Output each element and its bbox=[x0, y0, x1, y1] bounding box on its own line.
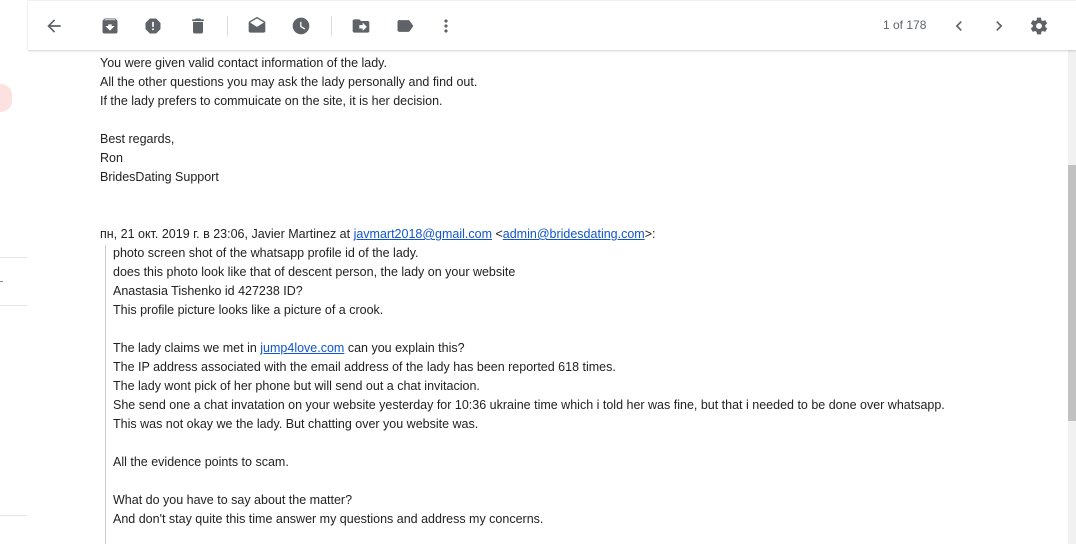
chevron-left-icon[interactable] bbox=[948, 15, 970, 37]
nav-tick bbox=[0, 281, 3, 282]
nav-selected-indicator bbox=[0, 84, 12, 112]
toolbar-separator bbox=[331, 16, 332, 36]
reply-line: If the lady prefers to commuicate on the… bbox=[100, 94, 443, 108]
quoted-line: She send one a chat invatation on your w… bbox=[113, 398, 945, 412]
quoted-line: does this photo look like that of descen… bbox=[113, 265, 516, 279]
left-nav-edge bbox=[0, 0, 28, 544]
signature-org: BridesDating Support bbox=[100, 170, 219, 184]
chevron-right-icon[interactable] bbox=[988, 15, 1010, 37]
delete-icon[interactable] bbox=[187, 15, 209, 37]
pagination-count: 1 of 178 bbox=[883, 18, 927, 32]
quoted-line: All the evidence points to scam. bbox=[113, 455, 289, 469]
quote-header-suffix: >: bbox=[644, 227, 656, 241]
quote-header: пн, 21 окт. 2019 г. в 23:06, Javier Mart… bbox=[100, 225, 656, 244]
nav-divider bbox=[0, 305, 27, 306]
quoted-line: Anastasia Tishenko id 427238 ID? bbox=[113, 284, 303, 298]
quote-bar bbox=[105, 245, 106, 544]
quote-header-prefix: пн, 21 окт. 2019 г. в 23:06, Javier Mart… bbox=[100, 227, 354, 241]
clipped-text-line bbox=[100, 50, 103, 52]
sender-email-link[interactable]: javmart2018@gmail.com bbox=[354, 227, 492, 241]
signoff-line: Best regards, bbox=[100, 132, 175, 146]
reply-line: All the other questions you may ask the … bbox=[100, 75, 478, 89]
move-to-icon[interactable] bbox=[350, 15, 372, 37]
scrollbar-thumb[interactable] bbox=[1068, 165, 1076, 421]
nav-divider bbox=[0, 515, 27, 516]
quote-header-middle: < bbox=[492, 227, 503, 241]
nav-divider bbox=[0, 257, 27, 258]
archive-icon[interactable] bbox=[99, 15, 121, 37]
quoted-line: The IP address associated with the email… bbox=[113, 360, 616, 374]
quoted-line: And don't stay quite this time answer my… bbox=[113, 512, 544, 526]
reply-line: You were given valid contact information… bbox=[100, 56, 387, 70]
quoted-line: This profile picture looks like a pictur… bbox=[113, 303, 384, 317]
toolbar-separator bbox=[227, 16, 228, 36]
back-arrow-icon[interactable] bbox=[43, 15, 65, 37]
gear-icon[interactable] bbox=[1028, 15, 1050, 37]
label-icon[interactable] bbox=[394, 15, 416, 37]
jump-line-prefix: The lady claims we met in bbox=[113, 341, 261, 355]
quoted-line: What do you have to say about the matter… bbox=[113, 493, 353, 507]
quoted-line: The lady wont pick of her phone but will… bbox=[113, 379, 480, 393]
message-toolbar: 1 of 178 bbox=[28, 0, 1076, 50]
signature-name: Ron bbox=[100, 151, 123, 165]
recipient-email-link[interactable]: admin@bridesdating.com bbox=[503, 227, 645, 241]
vertical-scrollbar[interactable] bbox=[1068, 50, 1076, 544]
jump4love-link[interactable]: jump4love.com bbox=[260, 341, 344, 355]
mark-unread-icon[interactable] bbox=[246, 15, 268, 37]
more-vert-icon[interactable] bbox=[435, 15, 457, 37]
quoted-line: This was not okay we the lady. But chatt… bbox=[113, 417, 479, 431]
email-body: You were given valid contact information… bbox=[28, 50, 1068, 544]
report-spam-icon[interactable] bbox=[142, 15, 164, 37]
quoted-line: photo screen shot of the whatsapp profil… bbox=[113, 246, 419, 260]
jump-line-suffix: can you explain this? bbox=[344, 341, 465, 355]
quoted-line-with-link: The lady claims we met in jump4love.com … bbox=[113, 339, 465, 358]
snooze-icon[interactable] bbox=[290, 15, 312, 37]
